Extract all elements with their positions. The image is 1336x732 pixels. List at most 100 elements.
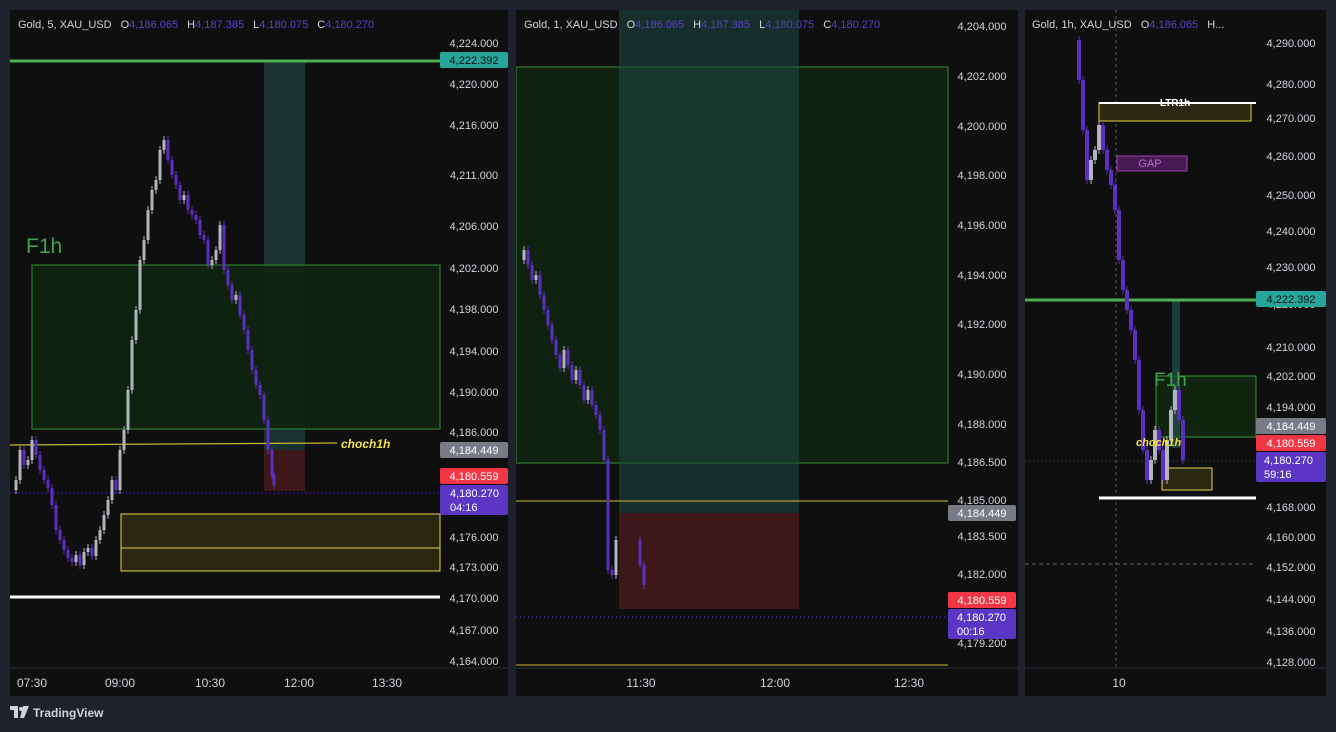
candle-body xyxy=(18,450,22,480)
candle-body xyxy=(546,310,550,325)
f1h-label: F1h xyxy=(26,235,62,258)
chart-1h-canvas[interactable]: LTR1h GAP F1h choch1h Gold, 1h, XAU_USD … xyxy=(1025,10,1326,696)
candle-body xyxy=(166,140,170,160)
candle-body xyxy=(1145,450,1149,480)
candle-body xyxy=(270,450,274,475)
price-axis[interactable]: 4,290.000 4,280.000 4,270.000 4,260.000 4,25… xyxy=(1267,38,1316,669)
price-tick-label: 4,200.000 xyxy=(958,121,1007,133)
stop-zone xyxy=(264,450,305,491)
tradingview-brand[interactable]: TradingView xyxy=(33,706,103,720)
candle-body xyxy=(22,450,26,465)
level-price-text: 4,222.392 xyxy=(450,55,499,67)
price-tick-label: 4,224.000 xyxy=(450,38,499,50)
target-zone xyxy=(619,10,799,513)
chart-legend: Gold, 5, XAU_USD O4,186.065 H4,187.385 L… xyxy=(18,19,374,31)
candle-body xyxy=(526,250,530,265)
countdown-text: 04:16 xyxy=(450,502,478,514)
price-tick-label: 4,290.000 xyxy=(1267,38,1316,50)
candle-body xyxy=(150,190,154,210)
price-tick-label: 4,173.000 xyxy=(450,562,499,574)
time-axis[interactable]: 11:30 12:00 12:30 xyxy=(626,676,924,690)
candle-body xyxy=(54,505,58,530)
candle-body xyxy=(1133,330,1137,360)
candle-body xyxy=(94,540,98,556)
candle-body xyxy=(614,540,618,575)
candle-body xyxy=(50,488,54,505)
gray-price-text: 4,184.449 xyxy=(1267,421,1316,433)
candle-body xyxy=(74,555,78,562)
candle-body xyxy=(1113,185,1117,210)
candle-body xyxy=(590,390,594,405)
price-tick-label: 4,167.000 xyxy=(450,625,499,637)
candle-body xyxy=(238,295,242,315)
candle-body xyxy=(62,540,66,550)
red-price-text: 4,180.559 xyxy=(450,471,499,483)
candle-body xyxy=(118,450,122,490)
candle-body xyxy=(550,325,554,340)
candle-body xyxy=(30,440,34,460)
candle-body xyxy=(178,185,182,200)
candle-body xyxy=(214,250,218,260)
time-tick-label: 07:30 xyxy=(17,676,47,690)
candle-body xyxy=(606,460,610,570)
price-tick-label: 4,260.000 xyxy=(1267,151,1316,163)
candle-body xyxy=(242,315,246,330)
price-tick-label: 4,144.000 xyxy=(1267,594,1316,606)
candle-body xyxy=(38,455,42,470)
chart-pane-5m[interactable]: F1h choch1h Gold, 5, XAU_USD O4,186.065 … xyxy=(10,10,508,696)
candle-body xyxy=(182,195,186,200)
candle-body xyxy=(578,370,582,385)
candle-body xyxy=(210,260,214,265)
candle-body xyxy=(126,390,130,430)
time-tick-label: 13:30 xyxy=(372,676,402,690)
price-axis[interactable]: 4,204.000 4,202.000 4,200.000 4,198.000 4,19… xyxy=(958,21,1007,650)
candle-body xyxy=(114,480,118,490)
candle-body xyxy=(1081,80,1085,130)
candle-body xyxy=(122,430,126,450)
price-tick-label: 4,270.000 xyxy=(1267,113,1316,125)
price-tick-label: 4,192.000 xyxy=(958,319,1007,331)
time-axis[interactable]: 10 xyxy=(1112,676,1126,690)
candle-body xyxy=(594,405,598,415)
candle-body xyxy=(262,395,266,420)
candle-body xyxy=(1161,450,1165,480)
price-tick-label: 4,182.000 xyxy=(958,569,1007,581)
chart-pane-1m[interactable]: Gold, 1, XAU_USD O4,186.065 H4,187.385 L… xyxy=(516,10,1018,696)
candle-body xyxy=(170,160,174,175)
time-tick-label: 12:00 xyxy=(284,676,314,690)
last-price-text: 4,180.270 xyxy=(1264,455,1313,467)
candle-body xyxy=(522,250,526,260)
candle-body xyxy=(1097,125,1101,150)
candle-body xyxy=(1121,260,1125,290)
price-tick-label: 4,240.000 xyxy=(1267,226,1316,238)
candle-body xyxy=(202,235,206,240)
candle-body xyxy=(610,570,614,575)
candle-body xyxy=(190,210,194,215)
time-axis[interactable]: 07:30 09:00 10:30 12:00 13:30 xyxy=(17,676,402,690)
choch-label: choch1h xyxy=(1136,437,1182,449)
candle-body xyxy=(174,175,178,185)
candle-body xyxy=(638,540,642,565)
candle-body xyxy=(198,220,202,235)
countdown-text: 00:16 xyxy=(957,626,985,638)
yellow-zone xyxy=(120,513,441,572)
chart-1m-canvas[interactable]: Gold, 1, XAU_USD O4,186.065 H4,187.385 L… xyxy=(516,10,1018,696)
candle-body xyxy=(534,275,538,280)
price-tick-label: 4,164.000 xyxy=(450,656,499,668)
chart-5m-canvas[interactable]: F1h choch1h Gold, 5, XAU_USD O4,186.065 … xyxy=(10,10,508,696)
time-tick-label: 10:30 xyxy=(195,676,225,690)
tradingview-logo-icon[interactable] xyxy=(10,706,30,720)
choch-label: choch1h xyxy=(341,437,390,451)
candle-body xyxy=(586,390,590,400)
candle-body xyxy=(1177,390,1181,420)
price-axis[interactable]: 4,224.000 4,220.000 4,216.000 4,211.000 4,20… xyxy=(450,38,499,668)
price-tick-label: 4,230.000 xyxy=(1267,262,1316,274)
price-tick-label: 4,194.000 xyxy=(450,346,499,358)
candle-body xyxy=(542,295,546,310)
candle-body xyxy=(1077,40,1081,80)
chart-pane-1h[interactable]: LTR1h GAP F1h choch1h Gold, 1h, XAU_USD … xyxy=(1025,10,1326,696)
candle-body xyxy=(1105,150,1109,170)
price-tick-label: 4,128.000 xyxy=(1267,657,1316,669)
candle-body xyxy=(66,550,70,558)
candle-body xyxy=(222,225,226,270)
